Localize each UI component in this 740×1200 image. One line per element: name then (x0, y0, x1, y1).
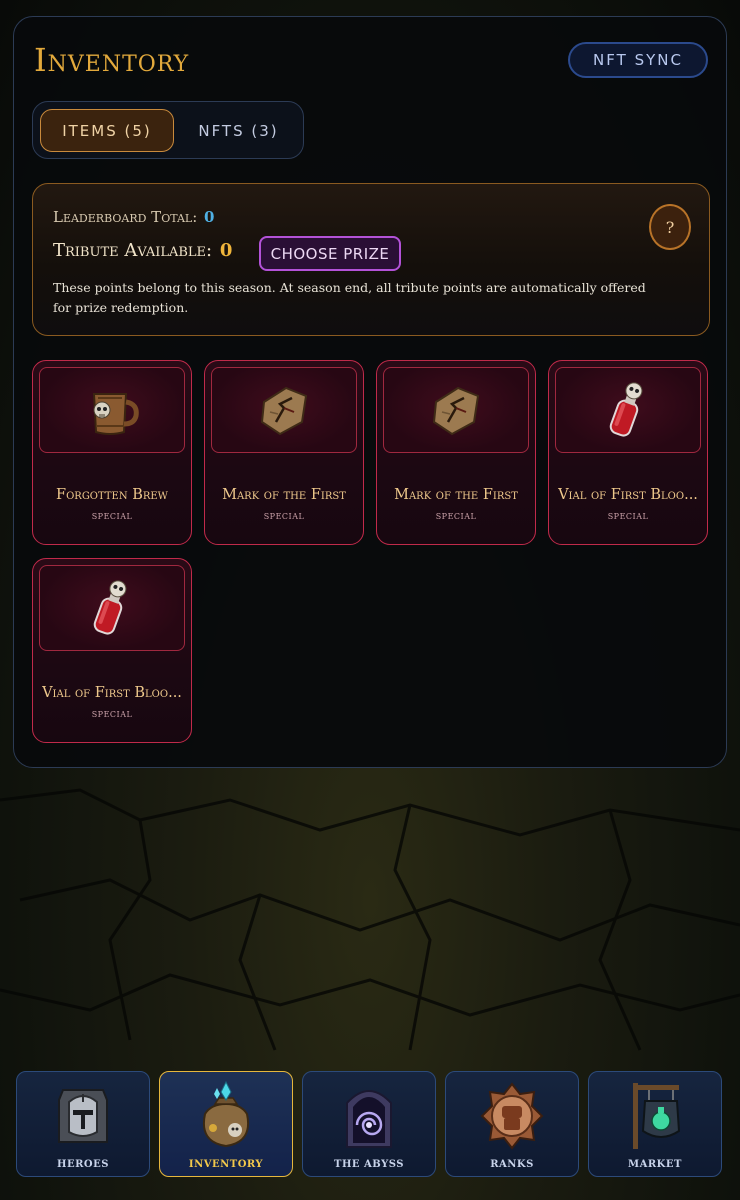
nav-the-abyss[interactable]: THE ABYSS (302, 1071, 436, 1177)
item-rarity: special (91, 509, 133, 522)
tribute-available: Tribute Available: 0 (53, 240, 232, 261)
fist-emblem-icon (446, 1080, 578, 1152)
nav-heroes[interactable]: HEROES (16, 1071, 150, 1177)
item-name: Vial of First Bloo... (42, 685, 182, 701)
item-image (39, 367, 185, 453)
leaderboard-total: Leaderboard Total: 0 (53, 208, 214, 226)
blood-vial-icon (93, 580, 127, 635)
page-title: Inventory (34, 41, 190, 79)
nav-market[interactable]: MARKET (588, 1071, 722, 1177)
portal-icon (303, 1080, 435, 1152)
item-rarity: special (91, 707, 133, 720)
item-card[interactable]: Mark of the First special (204, 360, 364, 545)
item-rarity: special (607, 509, 649, 522)
item-name: Mark of the First (394, 487, 518, 503)
season-points-description: These points belong to this season. At s… (53, 280, 646, 315)
item-card[interactable]: Vial of First Bloo... special (32, 558, 192, 743)
item-name: Mark of the First (222, 487, 346, 503)
skull-mug-icon (92, 393, 139, 435)
leaderboard-total-value: 0 (204, 208, 215, 226)
nav-label: THE ABYSS (334, 1159, 404, 1170)
season-points-box: Leaderboard Total: 0 Tribute Available: … (32, 183, 710, 336)
item-image (39, 565, 185, 651)
inventory-panel: Inventory NFT SYNC ITEMS (5) NFTS (3) Le… (13, 16, 727, 768)
item-card[interactable]: Mark of the First special (376, 360, 536, 545)
tab-items[interactable]: ITEMS (5) (40, 109, 174, 152)
choose-prize-button[interactable]: CHOOSE PRIZE (259, 236, 401, 271)
tribute-available-label: Tribute Available: (53, 240, 213, 261)
item-image (211, 367, 357, 453)
item-card[interactable]: Forgotten Brew special (32, 360, 192, 545)
item-card[interactable]: Vial of First Bloo... special (548, 360, 708, 545)
nav-label: RANKS (490, 1159, 534, 1170)
bottom-nav: HEROES INVENTORY THE ABYSS RANKS MARKET (0, 1060, 740, 1200)
item-name: Vial of First Bloo... (558, 487, 698, 503)
nft-sync-button[interactable]: NFT SYNC (568, 42, 708, 78)
parchment-mark-icon (260, 386, 308, 436)
item-image (555, 367, 701, 453)
item-rarity: special (435, 509, 477, 522)
item-image (383, 367, 529, 453)
help-button[interactable]: ? (649, 204, 691, 250)
nav-ranks[interactable]: RANKS (445, 1071, 579, 1177)
nav-label: MARKET (628, 1159, 682, 1170)
helmet-icon (17, 1080, 149, 1152)
shop-sign-icon (589, 1080, 721, 1152)
item-rarity: special (263, 509, 305, 522)
nav-inventory[interactable]: INVENTORY (159, 1071, 293, 1177)
tab-nfts[interactable]: NFTS (3) (181, 109, 296, 152)
parchment-mark-icon (432, 386, 480, 436)
blood-vial-icon (609, 382, 643, 437)
nav-label: HEROES (57, 1159, 109, 1170)
leaderboard-total-label: Leaderboard Total: (53, 208, 198, 226)
nav-label: INVENTORY (188, 1159, 264, 1170)
item-name: Forgotten Brew (56, 487, 168, 503)
loot-bag-icon (160, 1080, 292, 1152)
inventory-tabs: ITEMS (5) NFTS (3) (32, 101, 304, 159)
tribute-available-value: 0 (219, 240, 233, 261)
